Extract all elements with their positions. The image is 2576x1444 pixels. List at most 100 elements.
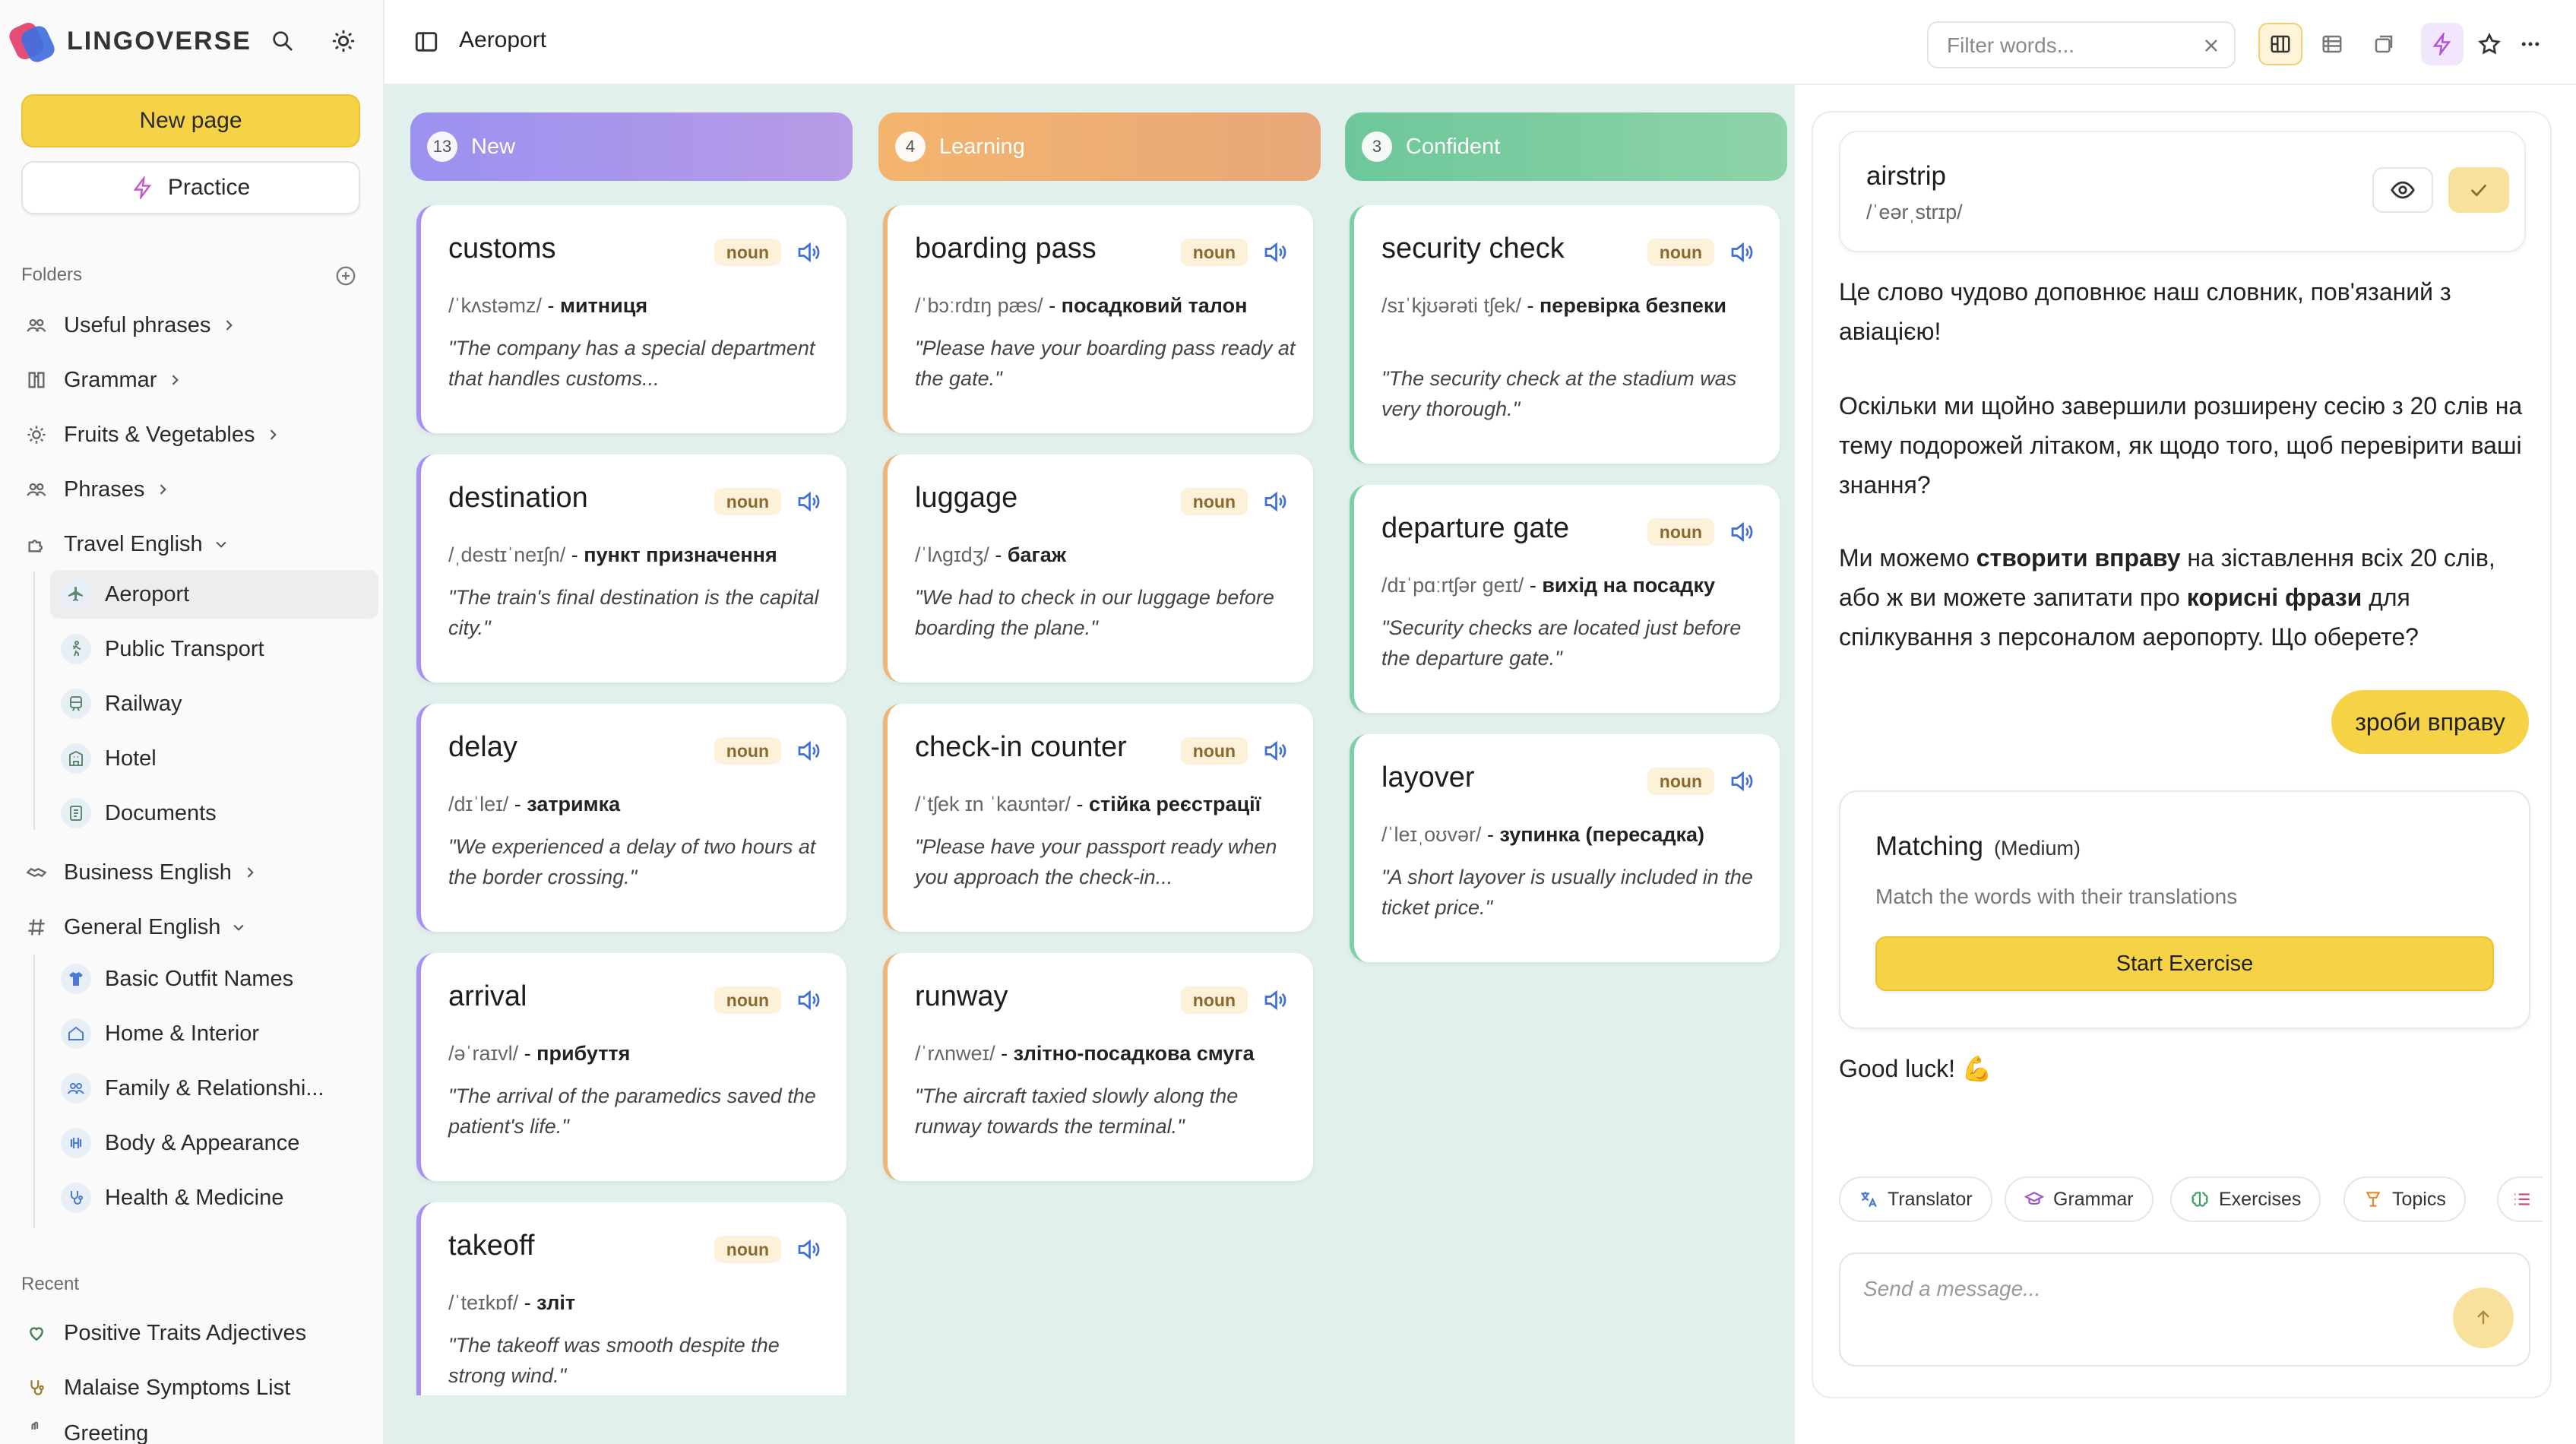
- speaker-icon[interactable]: [1726, 239, 1757, 266]
- pos-badge: noun: [1647, 768, 1714, 795]
- word-card[interactable]: takeoff noun /ˈteɪkɒf/ - зліт "The takeo…: [416, 1202, 847, 1395]
- folders-label: Folders: [21, 264, 83, 285]
- word-card[interactable]: check-in counter noun /ˈtʃek ɪn ˈkaʊntər…: [883, 704, 1313, 932]
- speaker-icon[interactable]: [1726, 518, 1757, 546]
- speaker-icon[interactable]: [1260, 488, 1290, 515]
- speaker-icon[interactable]: [1260, 737, 1290, 765]
- word-card[interactable]: arrival noun /əˈraɪvl/ - прибуття "The a…: [416, 953, 847, 1181]
- speaker-icon[interactable]: [1260, 986, 1290, 1014]
- exercise-description: Match the words with their translations: [1875, 885, 2238, 908]
- sidebar-item-body-appearance[interactable]: Body & Appearance: [50, 1119, 378, 1167]
- word-card[interactable]: destination noun /ˌdestɪˈneɪʃn/ - пункт …: [416, 454, 847, 682]
- sidebar-item-fruits-vegetables[interactable]: Fruits & Vegetables: [23, 410, 357, 459]
- chip-grammar[interactable]: Grammar: [2005, 1176, 2154, 1222]
- word-card[interactable]: departure gate noun /dɪˈpɑːrtʃər ɡeɪt/ -…: [1350, 485, 1780, 713]
- sidebar-item-railway[interactable]: Railway: [50, 679, 378, 728]
- new-page-button[interactable]: New page: [21, 94, 360, 147]
- speaker-icon[interactable]: [793, 239, 824, 266]
- word-card[interactable]: luggage noun /ˈlʌɡɪdʒ/ - багаж "We had t…: [883, 454, 1313, 682]
- sidebar-item-label: Health & Medicine: [105, 1185, 284, 1210]
- document-icon: [61, 798, 91, 828]
- tree-line: [33, 955, 35, 1228]
- search-icon[interactable]: [267, 26, 298, 56]
- hash-icon: [23, 914, 50, 941]
- recent-item-greeting[interactable]: Greeting: [23, 1417, 357, 1444]
- message-input[interactable]: [1863, 1277, 2441, 1307]
- sidebar-item-label: Fruits & Vegetables: [64, 422, 255, 447]
- lightning-button[interactable]: [2421, 23, 2464, 65]
- star-icon[interactable]: [2468, 23, 2511, 65]
- sidebar-item-health-medicine[interactable]: Health & Medicine: [50, 1173, 378, 1222]
- dumbbell-icon: [61, 1128, 91, 1158]
- word-detail-card: airstrip /ˈeərˌstrɪp/: [1839, 131, 2526, 252]
- sidebar-item-general-english[interactable]: General English: [23, 903, 357, 952]
- assistant-message: Це слово чудово доповнює наш словник, по…: [1839, 278, 2451, 345]
- send-button[interactable]: [2453, 1287, 2514, 1348]
- sidebar-item-basic-outfit-names[interactable]: Basic Outfit Names: [50, 955, 378, 1003]
- reveal-button[interactable]: [2372, 167, 2433, 213]
- sidebar-item-family-relationships[interactable]: Family & Relationshi...: [50, 1064, 378, 1113]
- filter-input[interactable]: [1947, 32, 2175, 59]
- speaker-icon[interactable]: [1260, 239, 1290, 266]
- sidebar-item-grammar[interactable]: Grammar: [23, 356, 357, 404]
- message-composer: [1839, 1252, 2530, 1366]
- filter-field[interactable]: [1927, 21, 2236, 68]
- mark-known-button[interactable]: [2448, 167, 2509, 213]
- sidebar-item-useful-phrases[interactable]: Useful phrases: [23, 301, 357, 350]
- chip-more[interactable]: [2497, 1176, 2543, 1222]
- speaker-icon[interactable]: [793, 986, 824, 1014]
- more-icon[interactable]: [2509, 23, 2552, 65]
- card-word: security check: [1381, 233, 1565, 264]
- card-pronunciation: /ˈtʃek ɪn ˈkaʊntər/ - стійка реєстрації: [915, 793, 1261, 815]
- card-pronunciation: /ˈkʌstəmz/ - митниця: [448, 294, 648, 317]
- sidebar-item-label: Basic Outfit Names: [105, 966, 294, 991]
- chip-topics[interactable]: Topics: [2343, 1176, 2466, 1222]
- speaker-icon[interactable]: [1726, 768, 1757, 795]
- start-exercise-button[interactable]: Start Exercise: [1875, 936, 2494, 991]
- recent-item-malaise-symptoms[interactable]: Malaise Symptoms List: [23, 1363, 357, 1412]
- sidebar-item-label: Home & Interior: [105, 1021, 260, 1046]
- sidebar-item-travel-english[interactable]: Travel English: [23, 520, 357, 568]
- card-word: arrival: [448, 980, 527, 1012]
- sidebar-item-phrases[interactable]: Phrases: [23, 465, 357, 514]
- eye-icon: [2391, 181, 2415, 199]
- word-card[interactable]: security check noun /sɪˈkjʊərəti tʃek/ -…: [1350, 205, 1780, 464]
- table-view-icon[interactable]: [2310, 23, 2354, 65]
- word-card[interactable]: customs noun /ˈkʌstəmz/ - митниця "The c…: [416, 205, 847, 433]
- word-card[interactable]: layover noun /ˈleɪˌoʊvər/ - зупинка (пер…: [1350, 734, 1780, 962]
- theme-sun-icon[interactable]: [328, 26, 359, 56]
- column-header-learning[interactable]: 4 Learning: [878, 112, 1321, 181]
- chip-exercises[interactable]: Exercises: [2170, 1176, 2321, 1222]
- speaker-icon[interactable]: [793, 737, 824, 765]
- practice-button[interactable]: Practice: [21, 161, 360, 214]
- board-view-icon[interactable]: [2258, 23, 2302, 65]
- lightning-icon: [133, 176, 152, 199]
- clear-icon[interactable]: [2201, 35, 2222, 56]
- column-count: 4: [895, 131, 926, 162]
- column-title: Learning: [939, 134, 1025, 159]
- recent-item-label: Positive Traits Adjectives: [64, 1320, 307, 1345]
- sidebar-item-business-english[interactable]: Business English: [23, 848, 357, 897]
- sidebar-item-label: Body & Appearance: [105, 1130, 300, 1155]
- sidebar-item-public-transport[interactable]: Public Transport: [50, 625, 378, 673]
- speaker-icon[interactable]: [793, 488, 824, 515]
- chip-translator[interactable]: Translator: [1839, 1176, 1992, 1222]
- column-header-confident[interactable]: 3 Confident: [1345, 112, 1787, 181]
- sidebar-item-hotel[interactable]: Hotel: [50, 734, 378, 783]
- recent-item-positive-traits[interactable]: Positive Traits Adjectives: [23, 1309, 357, 1357]
- sidebar-item-aeroport[interactable]: Aeroport: [50, 570, 378, 619]
- add-folder-icon[interactable]: [334, 264, 357, 287]
- sidebar-toggle-icon[interactable]: [413, 29, 439, 55]
- word-card[interactable]: delay noun /dɪˈleɪ/ - затримка "We exper…: [416, 704, 847, 932]
- sidebar-item-documents[interactable]: Documents: [50, 789, 378, 838]
- pos-badge: noun: [714, 737, 781, 765]
- sidebar-item-home-interior[interactable]: Home & Interior: [50, 1009, 378, 1058]
- brand[interactable]: LINGOVERSE: [6, 18, 252, 65]
- recent-item-label: Greeting: [64, 1421, 149, 1444]
- people-icon: [23, 312, 50, 339]
- word-card[interactable]: boarding pass noun /ˈbɔːrdɪŋ pæs/ - поса…: [883, 205, 1313, 433]
- column-header-new[interactable]: 13 New: [410, 112, 853, 181]
- cards-view-icon[interactable]: [2362, 23, 2406, 65]
- speaker-icon[interactable]: [793, 1236, 824, 1263]
- word-card[interactable]: runway noun /ˈrʌnweɪ/ - злітно-посадкова…: [883, 953, 1313, 1181]
